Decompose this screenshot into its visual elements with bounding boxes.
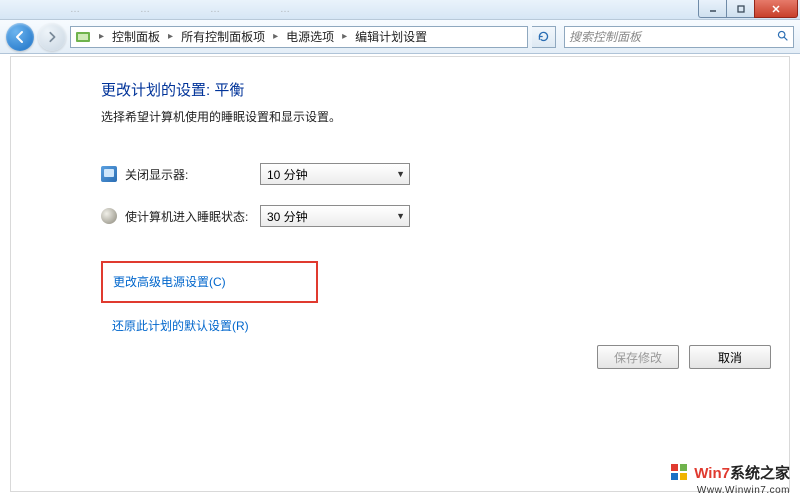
restore-defaults-link[interactable]: 还原此计划的默认设置(R) (112, 317, 249, 334)
background-tabs: ………… (0, 0, 698, 19)
dialog-actions: 保存修改 取消 (597, 345, 771, 369)
content-panel: 更改计划的设置: 平衡 选择希望计算机使用的睡眠设置和显示设置。 关闭显示器: … (10, 56, 790, 492)
setting-label: 使计算机进入睡眠状态: (125, 208, 260, 225)
refresh-icon (537, 30, 550, 43)
arrow-right-icon (46, 31, 58, 43)
nav-toolbar: ▸ 控制面板 ▸ 所有控制面板项 ▸ 电源选项 ▸ 编辑计划设置 搜索控制面板 (0, 20, 800, 54)
close-button[interactable] (754, 0, 798, 18)
search-icon (776, 29, 789, 45)
back-button[interactable] (6, 23, 34, 51)
chevron-down-icon: ▼ (396, 211, 405, 221)
window-controls (698, 0, 798, 18)
breadcrumb-item[interactable]: 控制面板 (110, 27, 162, 46)
minimize-button[interactable] (698, 0, 726, 18)
page-description: 选择希望计算机使用的睡眠设置和显示设置。 (101, 108, 789, 125)
moon-icon (101, 208, 117, 224)
watermark-brand-black: 系统之家 (730, 465, 790, 482)
watermark: Win7系统之家 Www.Winwin7.com (670, 462, 790, 496)
monitor-icon (101, 166, 117, 182)
chevron-right-icon: ▸ (95, 31, 108, 42)
chevron-right-icon: ▸ (164, 31, 177, 42)
watermark-brand-red: Win7 (694, 465, 730, 482)
search-input[interactable]: 搜索控制面板 (564, 26, 794, 48)
display-timeout-select[interactable]: 10 分钟 ▼ (260, 163, 410, 185)
select-value: 10 分钟 (267, 166, 308, 183)
page-title: 更改计划的设置: 平衡 (101, 79, 789, 100)
windows-logo-icon (670, 463, 688, 485)
arrow-left-icon (13, 30, 27, 44)
watermark-url: Www.Winwin7.com (670, 485, 790, 496)
save-button[interactable]: 保存修改 (597, 345, 679, 369)
advanced-power-link[interactable]: 更改高级电源设置(C) (113, 275, 226, 289)
setting-row-sleep: 使计算机进入睡眠状态: 30 分钟 ▼ (101, 205, 789, 227)
breadcrumb-item[interactable]: 所有控制面板项 (179, 27, 267, 46)
window-titlebar: ………… (0, 0, 800, 20)
chevron-right-icon: ▸ (338, 31, 351, 42)
address-bar[interactable]: ▸ 控制面板 ▸ 所有控制面板项 ▸ 电源选项 ▸ 编辑计划设置 (70, 26, 528, 48)
sleep-timeout-select[interactable]: 30 分钟 ▼ (260, 205, 410, 227)
control-panel-icon (75, 29, 91, 45)
setting-label: 关闭显示器: (125, 166, 260, 183)
forward-button[interactable] (38, 23, 66, 51)
search-placeholder: 搜索控制面板 (569, 28, 641, 45)
maximize-button[interactable] (726, 0, 754, 18)
chevron-down-icon: ▼ (396, 169, 405, 179)
setting-row-display-off: 关闭显示器: 10 分钟 ▼ (101, 163, 789, 185)
cancel-button[interactable]: 取消 (689, 345, 771, 369)
breadcrumb-item[interactable]: 电源选项 (284, 27, 336, 46)
select-value: 30 分钟 (267, 208, 308, 225)
chevron-right-icon: ▸ (269, 31, 282, 42)
breadcrumb-item[interactable]: 编辑计划设置 (353, 27, 429, 46)
highlight-box: 更改高级电源设置(C) (101, 261, 318, 303)
refresh-button[interactable] (532, 26, 556, 48)
